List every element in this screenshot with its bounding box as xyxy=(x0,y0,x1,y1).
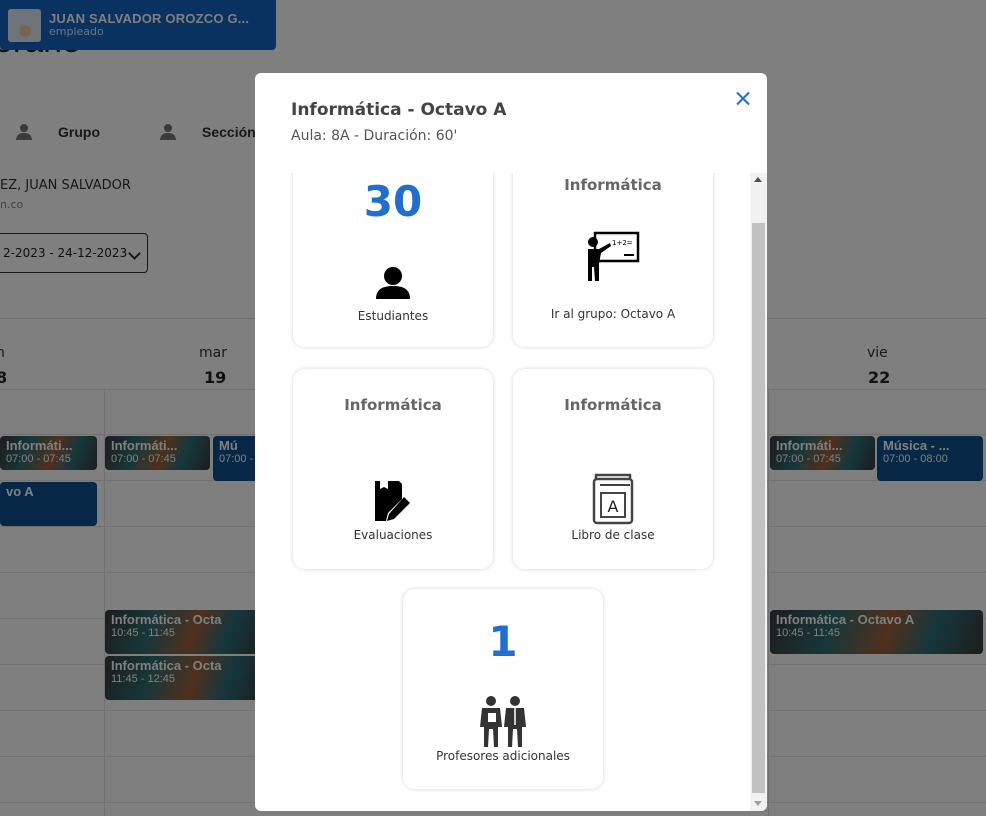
students-count: 30 xyxy=(363,177,423,226)
evaluations-card[interactable]: Informática Evaluaciones xyxy=(293,369,493,569)
modal-subtitle: Aula: 8A - Duración: 60' xyxy=(291,128,458,144)
teachers-label: Profesores adicionales xyxy=(436,749,570,763)
group-link-label: Ir al grupo: Octavo A xyxy=(550,307,676,321)
teacher-board-icon: 1+2= xyxy=(588,231,640,281)
modal-scrollbar[interactable] xyxy=(750,173,767,811)
modal-body: 30 Estudiantes Informática 1+2= Ir al gr… xyxy=(255,173,767,811)
teachers-count: 1 xyxy=(488,617,518,666)
class-book-label: Libro de clase xyxy=(571,528,655,542)
close-icon[interactable] xyxy=(729,85,757,113)
scroll-down-icon[interactable] xyxy=(754,801,762,806)
svg-text:1+2=: 1+2= xyxy=(612,239,633,247)
evaluations-label: Evaluaciones xyxy=(353,528,433,542)
class-detail-modal: Informática - Octavo A Aula: 8A - Duraci… xyxy=(255,73,767,811)
teachers-card[interactable]: 1 Profesores adicionales xyxy=(403,589,603,789)
class-book-subject: Informática xyxy=(564,396,662,414)
edit-document-icon xyxy=(375,481,410,521)
students-label: Estudiantes xyxy=(357,309,429,323)
group-subject: Informática xyxy=(564,176,662,194)
svg-text:A: A xyxy=(608,497,619,516)
scrollbar-thumb[interactable] xyxy=(752,223,765,793)
evaluations-subject: Informática xyxy=(344,396,442,414)
group-card[interactable]: Informática 1+2= Ir al grupo: Octavo A xyxy=(513,173,713,347)
modal-title: Informática - Octavo A xyxy=(291,100,507,120)
students-card[interactable]: 30 Estudiantes xyxy=(293,173,493,347)
class-book-card[interactable]: Informática A Libro de clase xyxy=(513,369,713,569)
person-icon xyxy=(376,267,410,299)
scroll-up-icon[interactable] xyxy=(754,177,762,182)
book-icon: A xyxy=(592,473,634,525)
teachers-icon xyxy=(480,696,526,747)
